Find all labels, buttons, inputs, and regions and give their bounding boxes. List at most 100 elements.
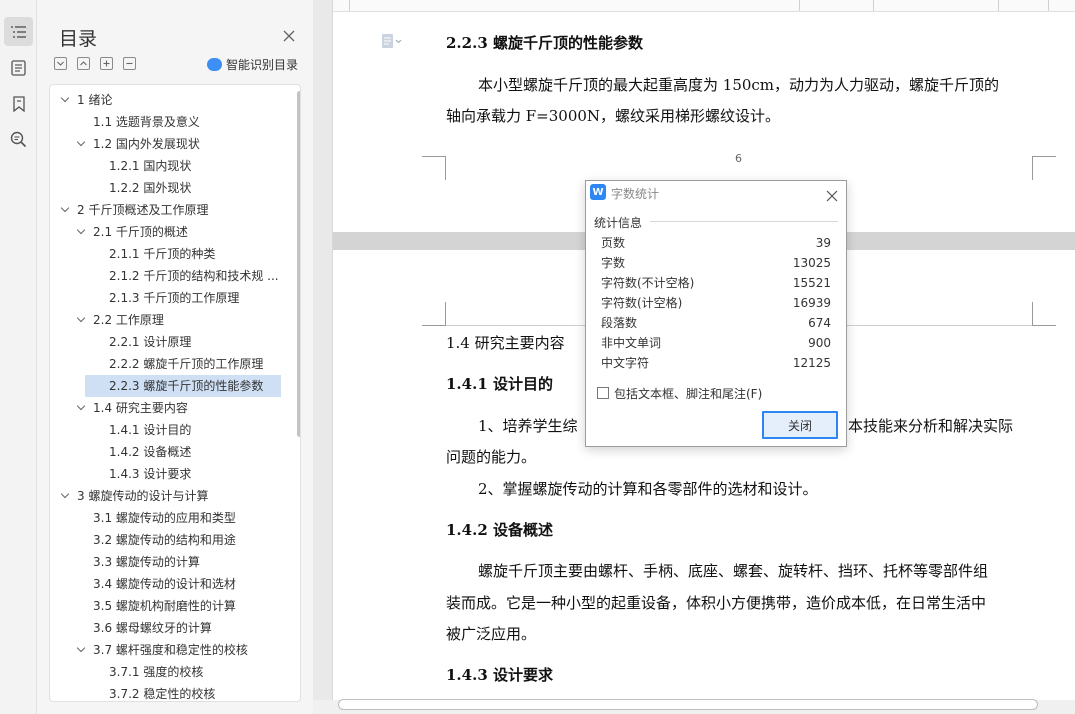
toc-item-label: 2.1.1 千斤顶的种类	[109, 247, 216, 261]
chevron-down-icon[interactable]	[60, 489, 70, 499]
toc-item[interactable]: 1.2.1 国内现状	[109, 155, 286, 177]
horizontal-scrollbar[interactable]	[338, 699, 1038, 710]
toc-item-label: 3.7 螺杆强度和稳定性的校核	[93, 643, 248, 657]
stat-row: 段落数 674	[601, 314, 831, 332]
collapse-all-icon[interactable]	[54, 57, 67, 70]
toc-item[interactable]: 2.1.3 千斤顶的工作原理	[109, 287, 286, 309]
chevron-down-icon[interactable]	[76, 225, 86, 235]
smart-toc-label: 智能识别目录	[226, 58, 299, 72]
toc-item[interactable]: 1.1 选题背景及意义	[93, 111, 286, 133]
chevron-down-icon[interactable]	[76, 313, 86, 323]
stat-value: 15521	[792, 276, 831, 290]
dialog-titlebar[interactable]: W 字数统计	[586, 181, 846, 205]
toc-item[interactable]: 1.4 研究主要内容	[93, 397, 286, 419]
smart-toc-button[interactable]: 智能识别目录	[207, 56, 298, 73]
toc-item-label: 3.6 螺母螺纹牙的计算	[93, 621, 212, 635]
chevron-down-icon[interactable]	[60, 203, 70, 213]
chevron-down-icon[interactable]	[76, 401, 86, 411]
stat-value: 674	[808, 316, 831, 330]
toc-item[interactable]: 2.1 千斤顶的概述	[93, 221, 286, 243]
stat-value: 13025	[792, 256, 831, 270]
bookmark-icon[interactable]	[4, 89, 33, 118]
toc-item[interactable]: 3.4 螺旋传动的设计和选材	[93, 573, 286, 595]
outline-icon[interactable]	[4, 17, 33, 46]
stat-value: 900	[808, 336, 831, 350]
toc-item[interactable]: 2.2.2 螺旋千斤顶的工作原理	[109, 353, 286, 375]
toc-item-label: 2.2.2 螺旋千斤顶的工作原理	[109, 357, 264, 371]
toc-list: 1 绪论 1.1 选题背景及意义 1.2 国内外发展现状 1.2.1 国内现状 1.2.…	[49, 84, 301, 702]
toc-item-label: 2.1.2 千斤顶的结构和技术规 ...	[109, 269, 279, 283]
subsection-heading: 1.4.1 设计目的	[446, 375, 553, 393]
toc-item[interactable]: 2 千斤顶概述及工作原理	[77, 199, 286, 221]
remove-heading-icon[interactable]	[123, 57, 136, 70]
toc-item[interactable]: 3.7.1 强度的校核	[109, 661, 286, 683]
expand-up-icon[interactable]	[77, 57, 90, 70]
stat-label: 段落数	[601, 316, 638, 330]
toc-item[interactable]: 3.2 螺旋传动的结构和用途	[93, 529, 286, 551]
toc-item[interactable]: 2.2 工作原理	[93, 309, 286, 331]
toc-item[interactable]: 3.1 螺旋传动的应用和类型	[93, 507, 286, 529]
stat-value: 39	[815, 236, 831, 250]
subsection-heading: 1.4.2 设备概述	[446, 521, 553, 539]
list-icon[interactable]	[4, 53, 33, 82]
toc-item[interactable]: 1 绪论	[77, 89, 286, 111]
toc-item-label: 3.4 螺旋传动的设计和选材	[93, 577, 236, 591]
toc-item-label: 3.5 螺旋机构耐磨性的计算	[93, 599, 236, 613]
toc-item[interactable]: 1.2.2 国外现状	[109, 177, 286, 199]
toc-item-label: 1.2 国内外发展现状	[93, 137, 200, 151]
toc-item-label: 3.7.2 稳定性的校核	[109, 687, 216, 701]
chevron-down-icon[interactable]	[76, 643, 86, 653]
page-corner-mark	[1032, 302, 1056, 326]
page-corner-mark	[422, 156, 446, 180]
close-icon[interactable]	[282, 28, 296, 42]
group-divider	[650, 221, 838, 222]
toc-item[interactable]: 1.2 国内外发展现状	[93, 133, 286, 155]
toc-item[interactable]: 3.7 螺杆强度和稳定性的校核	[93, 639, 286, 661]
chevron-down-icon[interactable]	[60, 93, 70, 103]
toc-item-label: 1.4.1 设计目的	[109, 423, 192, 437]
toc-item[interactable]: 1.4.3 设计要求	[109, 463, 286, 485]
toc-item[interactable]: 3.5 螺旋机构耐磨性的计算	[93, 595, 286, 617]
sidebar-icon-bar	[0, 0, 37, 714]
paragraph-text: 螺旋千斤顶主要由螺杆、手柄、底座、螺套、旋转杆、挡环、托杯等零部件组	[478, 562, 989, 580]
toc-item[interactable]: 3 螺旋传动的设计与计算	[77, 485, 286, 507]
stat-row: 页数 39	[601, 234, 831, 252]
toc-panel: 目录 智能识别目录 1 绪论 1.1 选题背景及意义 1.2 国内外发展现状 1.2.…	[37, 0, 313, 714]
paragraph-text: 被广泛应用。	[446, 625, 537, 643]
paragraph-text: 装而成。它是一种小型的起重设备，体积小方便携带，造价成本低，在日常生活中	[446, 594, 987, 612]
stat-label: 字数	[601, 256, 626, 270]
toc-item[interactable]: 3.3 螺旋传动的计算	[93, 551, 286, 573]
toc-item[interactable]: 3.7.2 稳定性的校核	[109, 683, 286, 701]
paragraph-text: 2、掌握螺旋传动的计算和各零部件的选材和设计。	[478, 480, 818, 498]
top-ruler	[333, 0, 1075, 12]
toc-item[interactable]: 1.4.1 设计目的	[109, 419, 286, 441]
toc-item[interactable]: 2.2.1 设计原理	[109, 331, 286, 353]
close-button[interactable]: 关闭	[762, 411, 838, 439]
toc-item[interactable]: 3.6 螺母螺纹牙的计算	[93, 617, 286, 639]
toc-scrollbar[interactable]	[297, 91, 300, 437]
section-heading: 1.4 研究主要内容	[446, 334, 565, 352]
paragraph-style-icon[interactable]	[381, 33, 403, 53]
word-count-dialog: W 字数统计 统计信息 页数 39 字数 13025 字符数(不计空格) 15521 …	[585, 180, 847, 447]
toc-item[interactable]: 2.2.3 螺旋千斤顶的性能参数	[85, 375, 281, 397]
toc-title: 目录	[59, 28, 98, 50]
toc-item[interactable]: 2.1.2 千斤顶的结构和技术规 ...	[109, 265, 286, 287]
paragraph-text: 轴向承载力 F=3000N，螺纹采用梯形螺纹设计。	[446, 107, 781, 125]
close-icon[interactable]	[826, 187, 838, 202]
toc-item-label: 1.4.3 设计要求	[109, 467, 192, 481]
toc-item[interactable]: 1.4.2 设备概述	[109, 441, 286, 463]
toc-item-label: 2.2 工作原理	[93, 313, 164, 327]
toc-item-label: 2.2.1 设计原理	[109, 335, 192, 349]
stat-row: 字数 13025	[601, 254, 831, 272]
include-textbox-checkbox[interactable]	[597, 387, 609, 399]
search-doc-icon[interactable]	[4, 125, 33, 154]
toc-item-label: 1.1 选题背景及意义	[93, 115, 200, 129]
toc-item[interactable]: 2.1.1 千斤顶的种类	[109, 243, 286, 265]
add-heading-icon[interactable]	[100, 57, 113, 70]
include-textbox-label[interactable]: 包括文本框、脚注和尾注(F)	[614, 385, 762, 402]
toc-item-label: 3.7.1 强度的校核	[109, 665, 204, 679]
toc-item-label: 1.4 研究主要内容	[93, 401, 188, 415]
toc-item-label: 1.4.2 设备概述	[109, 445, 192, 459]
stat-row: 非中文单词 900	[601, 334, 831, 352]
chevron-down-icon[interactable]	[76, 137, 86, 147]
